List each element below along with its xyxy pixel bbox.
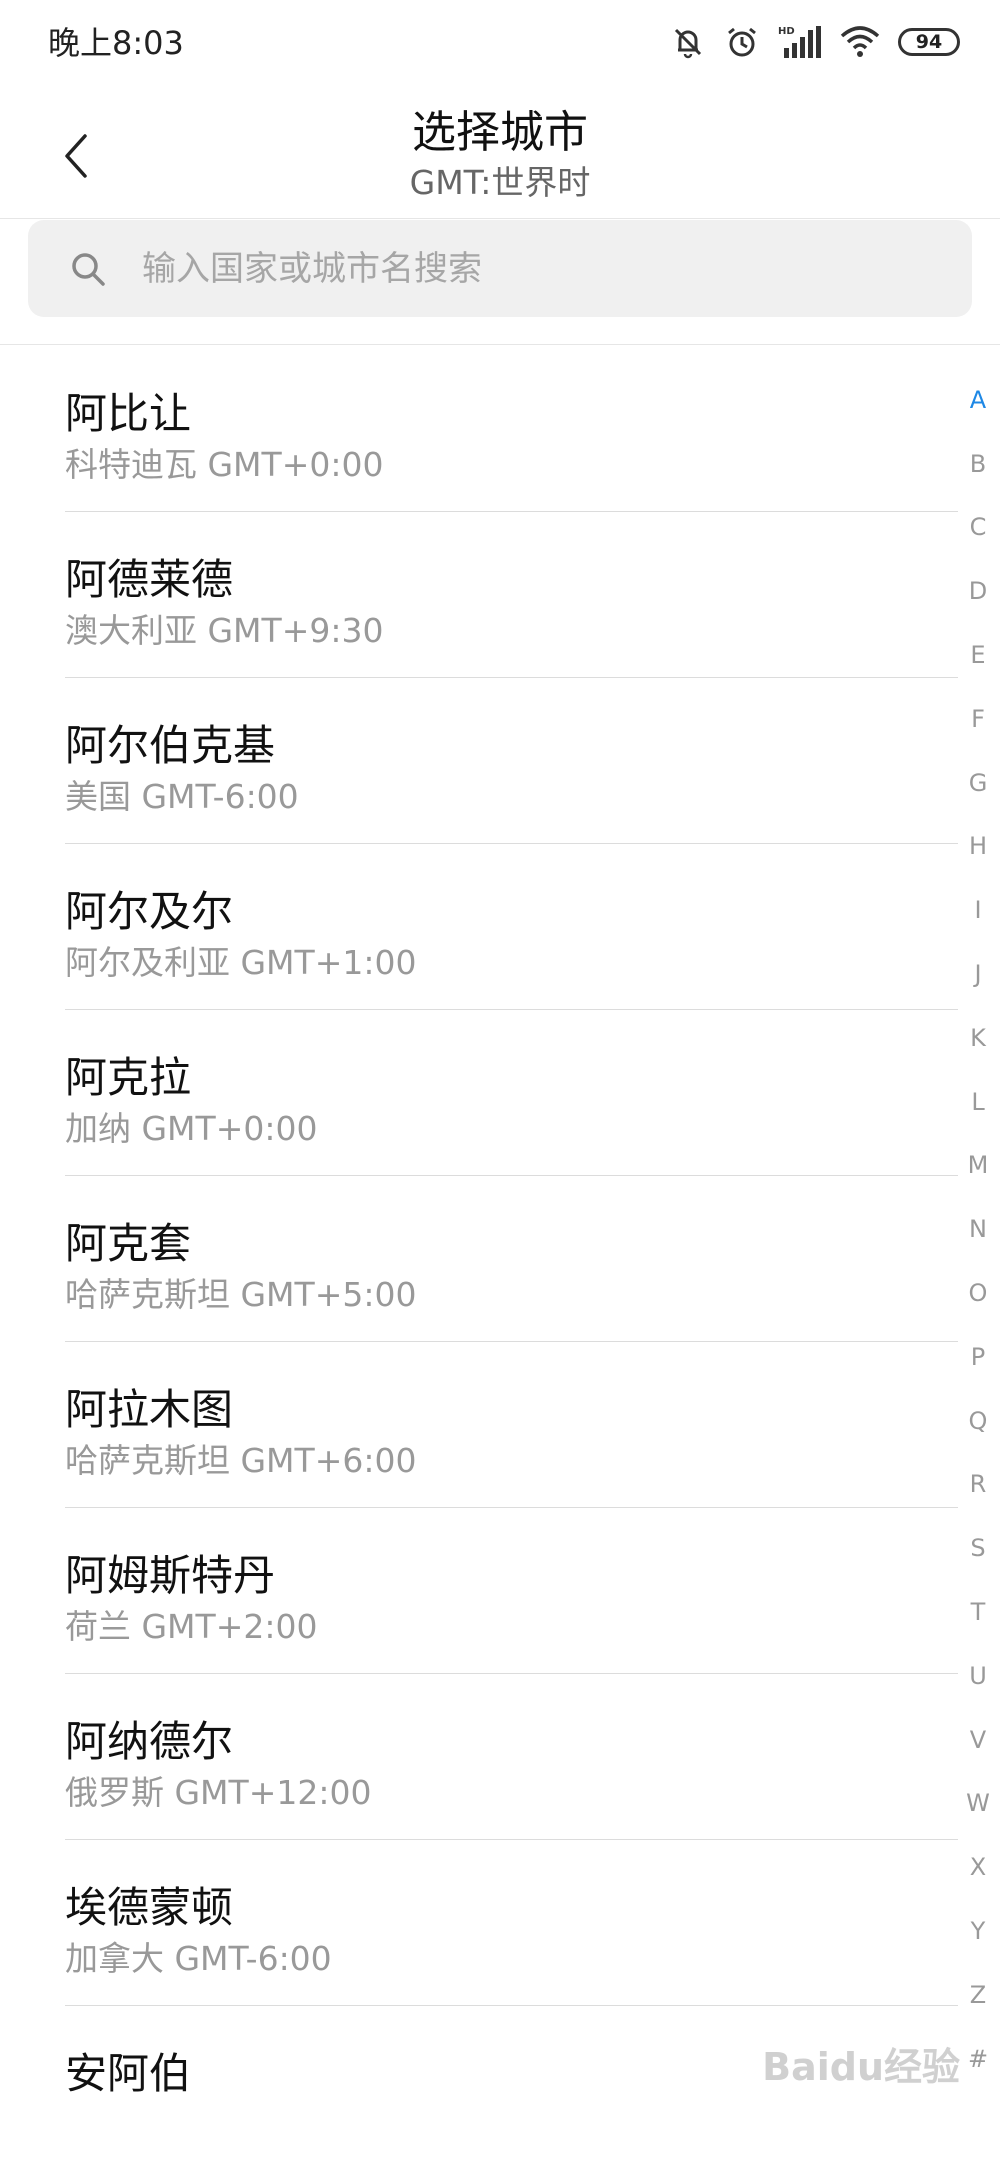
index-letter-t[interactable]: T (956, 1580, 1000, 1644)
city-name: 安阿伯 (65, 2049, 192, 2098)
battery-indicator: 94 (898, 28, 960, 56)
city-detail: 俄罗斯 GMT+12:00 (65, 1773, 372, 1812)
city-name: 阿克套 (65, 1219, 192, 1268)
city-list-item[interactable]: 阿尔伯克基 美国 GMT-6:00 (0, 678, 958, 844)
city-name: 阿比让 (65, 389, 192, 438)
city-name: 阿德莱德 (65, 555, 234, 604)
index-letter-p[interactable]: P (956, 1325, 1000, 1389)
search-section (0, 218, 1000, 345)
index-letter-j[interactable]: J (956, 942, 1000, 1006)
index-letter-m[interactable]: M (956, 1134, 1000, 1198)
index-letter-l[interactable]: L (956, 1070, 1000, 1134)
city-name: 阿克拉 (65, 1053, 192, 1102)
svg-text:HD: HD (778, 26, 795, 37)
search-icon (72, 252, 105, 286)
city-list-item[interactable]: 阿纳德尔 俄罗斯 GMT+12:00 (0, 1674, 958, 1840)
city-name: 阿拉木图 (65, 1385, 234, 1434)
city-detail: 阿尔及利亚 GMT+1:00 (65, 943, 417, 982)
city-list-item[interactable]: 阿德莱德 澳大利亚 GMT+9:30 (0, 512, 958, 678)
nav-bar: 选择城市 GMT:世界时 (0, 84, 1000, 219)
city-detail: 加纳 GMT+0:00 (65, 1109, 318, 1148)
page-title: 选择城市 (412, 107, 588, 158)
index-letter-q[interactable]: Q (956, 1389, 1000, 1453)
index-letter-g[interactable]: G (956, 751, 1000, 815)
index-letter-h[interactable]: H (956, 815, 1000, 879)
alarm-icon (724, 24, 760, 60)
status-icons: HD 94 (670, 18, 960, 66)
city-list-item[interactable]: 阿姆斯特丹 荷兰 GMT+2:00 (0, 1508, 958, 1674)
city-detail: 哈萨克斯坦 GMT+6:00 (65, 1441, 417, 1480)
city-list-item[interactable]: 阿比让 科特迪瓦 GMT+0:00 (0, 346, 958, 512)
index-letter-d[interactable]: D (956, 559, 1000, 623)
city-detail: 科特迪瓦 GMT+0:00 (65, 445, 384, 484)
search-box[interactable] (28, 220, 972, 317)
city-detail: 哈萨克斯坦 GMT+5:00 (65, 1275, 417, 1314)
status-time: 晚上8:03 (48, 24, 184, 62)
index-letter-f[interactable]: F (956, 687, 1000, 751)
index-letter-n[interactable]: N (956, 1197, 1000, 1261)
page-subtitle: GMT:世界时 (409, 163, 591, 202)
city-list-item[interactable]: 阿拉木图 哈萨克斯坦 GMT+6:00 (0, 1342, 958, 1508)
city-detail: 加拿大 GMT-6:00 (65, 1939, 332, 1978)
index-letter-hash[interactable]: # (956, 2027, 1000, 2091)
index-letter-u[interactable]: U (956, 1644, 1000, 1708)
cellular-signal-icon: HD (778, 24, 822, 60)
index-letter-k[interactable]: K (956, 1006, 1000, 1070)
status-bar: 晚上8:03 HD 94 (0, 0, 1000, 84)
index-letter-c[interactable]: C (956, 496, 1000, 560)
index-letter-y[interactable]: Y (956, 1899, 1000, 1963)
city-list-item[interactable]: 埃德蒙顿 加拿大 GMT-6:00 (0, 1840, 958, 2006)
index-letter-b[interactable]: B (956, 432, 1000, 496)
wifi-icon (840, 24, 880, 60)
city-name: 阿纳德尔 (65, 1717, 234, 1766)
city-name: 埃德蒙顿 (65, 1883, 234, 1932)
alphabet-index[interactable]: A B C D E F G H I J K L M N O P Q R S T U V W X Y Z # (956, 368, 1000, 2091)
city-name: 阿尔及尔 (65, 887, 234, 936)
city-list-item[interactable]: 阿尔及尔 阿尔及利亚 GMT+1:00 (0, 844, 958, 1010)
city-list-item[interactable]: 阿克拉 加纳 GMT+0:00 (0, 1010, 958, 1176)
mute-bell-icon (670, 24, 706, 60)
index-letter-a[interactable]: A (956, 368, 1000, 432)
watermark: Baidu经验 (762, 2045, 960, 2089)
city-list-item[interactable]: 阿克套 哈萨克斯坦 GMT+5:00 (0, 1176, 958, 1342)
search-input[interactable] (140, 247, 944, 290)
index-letter-s[interactable]: S (956, 1516, 1000, 1580)
city-list: 阿比让 科特迪瓦 GMT+0:00 阿德莱德 澳大利亚 GMT+9:30 阿尔伯… (0, 346, 958, 2172)
index-letter-v[interactable]: V (956, 1708, 1000, 1772)
city-name: 阿尔伯克基 (65, 721, 276, 770)
index-letter-z[interactable]: Z (956, 1963, 1000, 2027)
index-letter-o[interactable]: O (956, 1261, 1000, 1325)
index-letter-r[interactable]: R (956, 1453, 1000, 1517)
city-name: 阿姆斯特丹 (65, 1551, 276, 1600)
city-detail: 美国 GMT-6:00 (65, 777, 299, 816)
index-letter-e[interactable]: E (956, 623, 1000, 687)
index-letter-x[interactable]: X (956, 1835, 1000, 1899)
city-detail: 荷兰 GMT+2:00 (65, 1607, 318, 1646)
index-letter-w[interactable]: W (956, 1772, 1000, 1836)
city-detail: 澳大利亚 GMT+9:30 (65, 611, 384, 650)
index-letter-i[interactable]: I (956, 878, 1000, 942)
